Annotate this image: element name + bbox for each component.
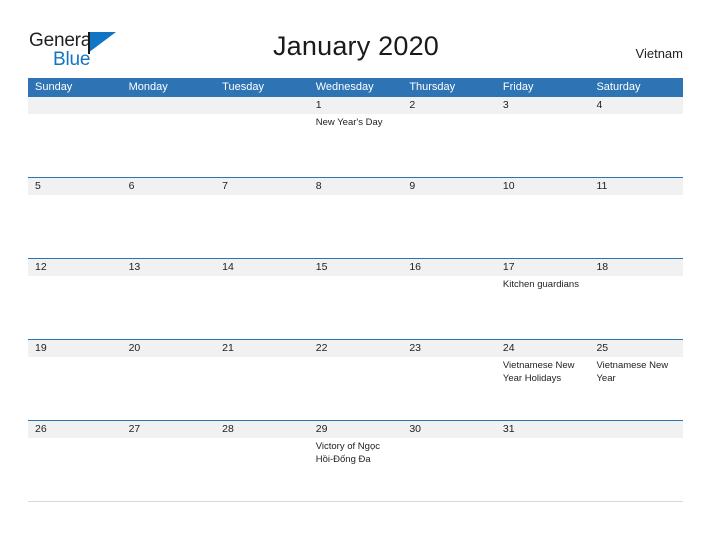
day-event[interactable] — [215, 357, 309, 420]
day-event[interactable] — [28, 276, 122, 339]
week-row: 5 6 7 8 9 10 11 — [28, 177, 683, 258]
day-event[interactable] — [402, 195, 496, 258]
week-row: 19 20 21 22 23 24 25 Vietnamese New Year… — [28, 339, 683, 420]
day-number[interactable]: 12 — [28, 259, 122, 276]
day-number[interactable]: 25 — [589, 340, 683, 357]
day-number[interactable]: 21 — [215, 340, 309, 357]
day-number[interactable] — [28, 97, 122, 114]
calendar-bottom-border — [28, 501, 683, 502]
day-number[interactable]: 23 — [402, 340, 496, 357]
day-event[interactable] — [402, 357, 496, 420]
day-number[interactable]: 27 — [122, 421, 216, 438]
day-number[interactable]: 28 — [215, 421, 309, 438]
day-event[interactable] — [496, 114, 590, 177]
day-event[interactable] — [589, 195, 683, 258]
day-number[interactable]: 10 — [496, 178, 590, 195]
week-row: 26 27 28 29 30 31 Victory of Ngọc Hồi-Đố… — [28, 420, 683, 501]
day-number[interactable]: 17 — [496, 259, 590, 276]
week-event-cells: Kitchen guardians — [28, 276, 683, 339]
region-label: Vietnam — [635, 46, 683, 61]
day-number[interactable]: 13 — [122, 259, 216, 276]
day-number[interactable]: 19 — [28, 340, 122, 357]
day-event[interactable] — [402, 438, 496, 501]
week-date-numbers: 12 13 14 15 16 17 18 — [28, 259, 683, 276]
day-number[interactable]: 8 — [309, 178, 403, 195]
day-event[interactable] — [28, 114, 122, 177]
day-event[interactable] — [309, 195, 403, 258]
day-number[interactable]: 30 — [402, 421, 496, 438]
day-event[interactable] — [215, 276, 309, 339]
day-event[interactable] — [28, 438, 122, 501]
day-number[interactable]: 29 — [309, 421, 403, 438]
day-event[interactable] — [215, 114, 309, 177]
day-event[interactable]: Victory of Ngọc Hồi-Đống Đa — [309, 438, 403, 501]
week-event-cells: Victory of Ngọc Hồi-Đống Đa — [28, 438, 683, 501]
page-title: January 2020 — [272, 31, 440, 61]
day-event[interactable] — [309, 357, 403, 420]
day-event[interactable] — [402, 114, 496, 177]
day-event[interactable] — [28, 195, 122, 258]
week-date-numbers: 19 20 21 22 23 24 25 — [28, 340, 683, 357]
day-number[interactable]: 16 — [402, 259, 496, 276]
weekday-header-tuesday: Tuesday — [222, 81, 264, 93]
calendar-page: General Blue January 2020 Vietnam Sunday… — [0, 0, 712, 550]
weekday-header-row: Sunday Monday Tuesday Wednesday Thursday… — [28, 78, 683, 96]
day-number[interactable]: 4 — [589, 97, 683, 114]
day-number[interactable]: 7 — [215, 178, 309, 195]
day-number[interactable]: 14 — [215, 259, 309, 276]
weekday-header-saturday: Saturday — [596, 81, 641, 93]
weekday-header-monday: Monday — [128, 81, 168, 93]
day-event[interactable] — [122, 276, 216, 339]
weekday-header-friday: Friday — [502, 81, 534, 93]
day-number[interactable]: 18 — [589, 259, 683, 276]
day-number[interactable]: 2 — [402, 97, 496, 114]
day-event[interactable] — [122, 114, 216, 177]
day-number[interactable] — [215, 97, 309, 114]
day-number[interactable]: 1 — [309, 97, 403, 114]
day-number[interactable]: 15 — [309, 259, 403, 276]
day-number[interactable]: 26 — [28, 421, 122, 438]
day-event[interactable]: New Year's Day — [309, 114, 403, 177]
day-number[interactable]: 5 — [28, 178, 122, 195]
day-event[interactable]: Vietnamese New Year — [589, 357, 683, 420]
week-date-numbers: 1 2 3 4 — [28, 97, 683, 114]
day-event[interactable] — [496, 438, 590, 501]
day-number[interactable]: 11 — [589, 178, 683, 195]
day-event[interactable]: Kitchen guardians — [496, 276, 590, 339]
week-event-cells — [28, 195, 683, 258]
day-number[interactable]: 22 — [309, 340, 403, 357]
day-event[interactable] — [122, 438, 216, 501]
day-event[interactable] — [589, 438, 683, 501]
week-event-cells: New Year's Day — [28, 114, 683, 177]
day-event[interactable] — [402, 276, 496, 339]
week-event-cells: Vietnamese New Year Holidays Vietnamese … — [28, 357, 683, 420]
calendar-grid: Sunday Monday Tuesday Wednesday Thursday… — [28, 78, 683, 502]
day-event[interactable] — [589, 114, 683, 177]
day-number[interactable]: 31 — [496, 421, 590, 438]
weekday-header-sunday: Sunday — [35, 81, 73, 93]
day-event[interactable] — [122, 195, 216, 258]
day-number[interactable] — [122, 97, 216, 114]
day-event[interactable] — [309, 276, 403, 339]
day-event[interactable] — [122, 357, 216, 420]
weekday-header-wednesday: Wednesday — [315, 81, 374, 93]
day-event[interactable] — [215, 195, 309, 258]
day-number[interactable] — [589, 421, 683, 438]
day-number[interactable]: 20 — [122, 340, 216, 357]
day-number[interactable]: 24 — [496, 340, 590, 357]
week-date-numbers: 26 27 28 29 30 31 — [28, 421, 683, 438]
week-row: 1 2 3 4 New Year's Day — [28, 96, 683, 177]
day-event[interactable]: Vietnamese New Year Holidays — [496, 357, 590, 420]
day-number[interactable]: 6 — [122, 178, 216, 195]
day-event[interactable] — [496, 195, 590, 258]
day-number[interactable]: 9 — [402, 178, 496, 195]
day-number[interactable]: 3 — [496, 97, 590, 114]
page-header: General Blue January 2020 Vietnam — [0, 0, 712, 78]
day-event[interactable] — [589, 276, 683, 339]
day-event[interactable] — [28, 357, 122, 420]
week-date-numbers: 5 6 7 8 9 10 11 — [28, 178, 683, 195]
week-row: 12 13 14 15 16 17 18 Kitchen guardians — [28, 258, 683, 339]
day-event[interactable] — [215, 438, 309, 501]
weekday-header-thursday: Thursday — [409, 81, 456, 93]
